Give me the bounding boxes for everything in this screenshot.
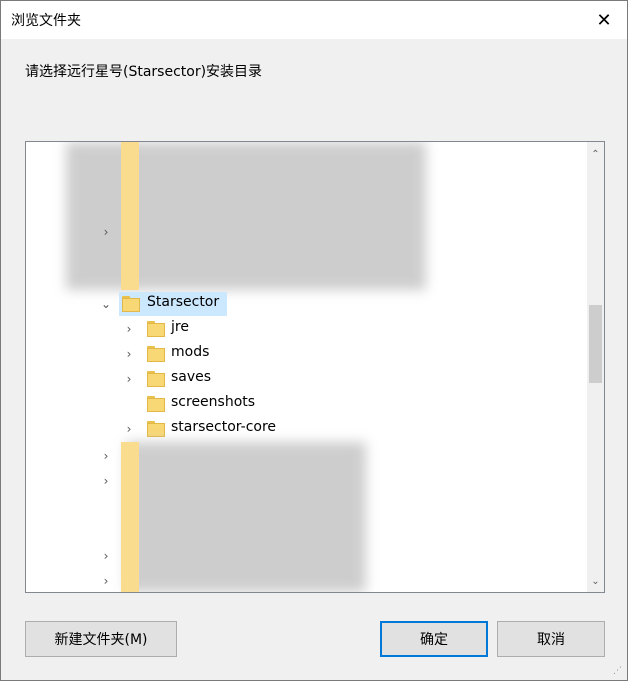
folder-tree[interactable]: › ⌄ Starsector › jre › mods › saves scre… — [25, 141, 605, 593]
chevron-right-icon[interactable]: › — [100, 571, 112, 591]
new-folder-button[interactable]: 新建文件夹(M) — [25, 621, 177, 657]
tree-item-jre[interactable]: › jre — [26, 317, 586, 341]
browse-folder-dialog: 浏览文件夹 ✕ 请选择远行星号(Starsector)安装目录 › ⌄ Star… — [0, 0, 628, 681]
tree-item-screenshots[interactable]: screenshots — [26, 392, 586, 416]
prompt-text: 请选择远行星号(Starsector)安装目录 — [25, 64, 263, 80]
tree-item-saves[interactable]: › saves — [26, 367, 586, 391]
chevron-right-icon[interactable]: › — [123, 419, 135, 439]
tree-item-mods[interactable]: › mods — [26, 342, 586, 366]
folder-icon — [147, 321, 165, 337]
chevron-right-icon[interactable]: › — [123, 369, 135, 389]
chevron-right-icon[interactable]: › — [100, 446, 112, 466]
folder-icon — [147, 346, 165, 362]
tree-item-label: screenshots — [171, 394, 256, 410]
redacted-area-bottom — [126, 442, 366, 592]
folder-icon — [147, 371, 165, 387]
cancel-button[interactable]: 取消 — [497, 621, 605, 657]
folder-icon — [147, 396, 165, 412]
folder-icon — [147, 421, 165, 437]
ok-button[interactable]: 确定 — [380, 621, 488, 657]
scroll-thumb[interactable] — [589, 305, 602, 383]
chevron-right-icon[interactable]: › — [123, 319, 135, 339]
resize-grip-icon[interactable]: ⋰ — [613, 666, 625, 678]
close-button[interactable]: ✕ — [581, 1, 627, 39]
window-title: 浏览文件夹 — [11, 13, 81, 29]
chevron-right-icon[interactable]: › — [123, 344, 135, 364]
redacted-area-top — [66, 142, 426, 290]
chevron-right-icon[interactable]: › — [100, 471, 112, 491]
tree-item-label: saves — [171, 369, 212, 385]
tree-item-label: mods — [171, 344, 210, 360]
chevron-down-icon[interactable]: ⌄ — [100, 294, 112, 314]
tree-item-starsector[interactable]: ⌄ Starsector — [26, 292, 586, 316]
folder-icon — [122, 296, 140, 312]
chevron-right-icon[interactable]: › — [100, 546, 112, 566]
tree-item-label: jre — [171, 319, 189, 335]
close-icon: ✕ — [596, 9, 612, 31]
chevron-right-icon[interactable]: › — [100, 222, 112, 242]
title-bar: 浏览文件夹 ✕ — [1, 1, 627, 39]
redacted-folder-strip-top — [121, 142, 139, 290]
scroll-down-icon[interactable]: ⌄ — [587, 573, 604, 590]
scroll-up-icon[interactable]: ⌃ — [587, 146, 604, 163]
redacted-folder-strip-bottom — [121, 442, 139, 592]
tree-item-label: starsector-core — [171, 419, 277, 435]
tree-item-starsector-core[interactable]: › starsector-core — [26, 417, 586, 441]
tree-item-label: Starsector — [147, 294, 220, 310]
vertical-scrollbar[interactable]: ⌃ ⌄ — [587, 142, 604, 592]
